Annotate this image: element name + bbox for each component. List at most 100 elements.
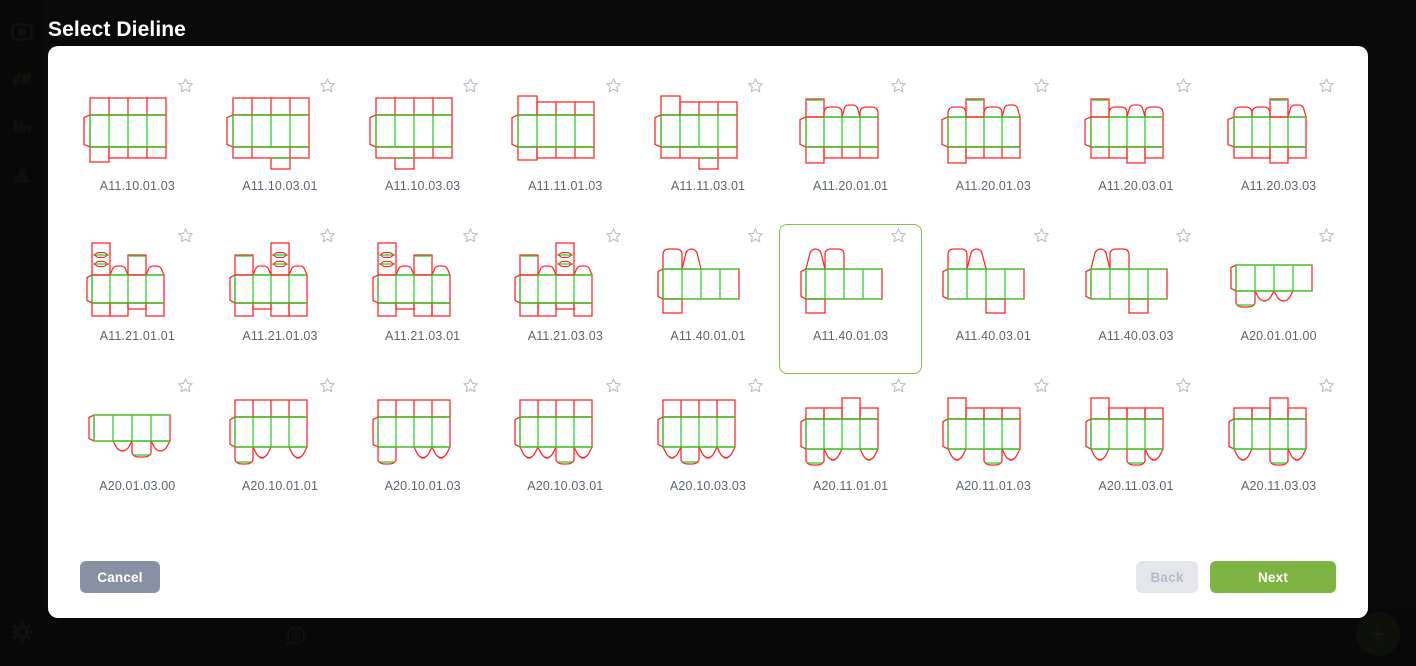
dieline-card[interactable]: A20.10.01.01 xyxy=(209,374,352,524)
dieline-preview xyxy=(502,231,628,327)
favorite-star-icon[interactable] xyxy=(890,227,907,244)
dieline-card[interactable]: A11.21.01.03 xyxy=(209,224,352,374)
dieline-label: A20.10.03.03 xyxy=(669,479,747,493)
favorite-star-icon[interactable] xyxy=(747,227,764,244)
dieline-card[interactable]: A20.10.03.03 xyxy=(637,374,780,524)
next-button[interactable]: Next xyxy=(1210,561,1336,593)
dieline-preview xyxy=(1073,81,1199,177)
dieline-preview xyxy=(74,81,200,177)
dieline-preview xyxy=(1216,381,1342,477)
dieline-label: A11.40.01.03 xyxy=(813,329,889,343)
favorite-star-icon[interactable] xyxy=(177,377,194,394)
dieline-card[interactable]: A11.10.03.01 xyxy=(209,74,352,224)
dieline-preview xyxy=(1216,81,1342,177)
dieline-card[interactable]: A11.21.01.01 xyxy=(66,224,209,374)
dieline-preview xyxy=(645,381,771,477)
favorite-star-icon[interactable] xyxy=(1033,377,1050,394)
dieline-preview xyxy=(502,81,628,177)
dieline-card[interactable]: A11.40.01.01 xyxy=(637,224,780,374)
favorite-star-icon[interactable] xyxy=(1175,377,1192,394)
dieline-preview xyxy=(788,231,914,327)
favorite-star-icon[interactable] xyxy=(605,77,622,94)
dieline-label: A11.10.03.03 xyxy=(385,179,461,193)
favorite-star-icon[interactable] xyxy=(1318,77,1335,94)
dieline-preview xyxy=(360,81,486,177)
dieline-preview xyxy=(930,81,1056,177)
dieline-card[interactable]: A11.10.03.03 xyxy=(351,74,494,224)
dieline-label: A11.10.01.03 xyxy=(99,179,175,193)
dieline-card[interactable]: A11.11.03.01 xyxy=(637,74,780,224)
dieline-card[interactable]: A11.20.01.03 xyxy=(922,74,1065,224)
favorite-star-icon[interactable] xyxy=(177,227,194,244)
page-title: Select Dieline xyxy=(48,18,186,41)
dieline-label: A11.21.03.01 xyxy=(385,329,461,343)
dieline-preview xyxy=(217,381,343,477)
back-button[interactable]: Back xyxy=(1136,561,1198,593)
dieline-preview xyxy=(930,381,1056,477)
dieline-label: A20.01.01.00 xyxy=(1240,329,1317,343)
dieline-preview xyxy=(645,81,771,177)
dieline-label: A11.40.01.01 xyxy=(670,329,746,343)
dieline-card[interactable]: A11.20.03.01 xyxy=(1065,74,1208,224)
dieline-card[interactable]: A20.11.01.03 xyxy=(922,374,1065,524)
dieline-preview xyxy=(217,81,343,177)
dieline-card[interactable]: A20.10.01.03 xyxy=(351,374,494,524)
dieline-label: A11.40.03.01 xyxy=(955,329,1031,343)
dieline-preview xyxy=(217,231,343,327)
favorite-star-icon[interactable] xyxy=(319,377,336,394)
favorite-star-icon[interactable] xyxy=(890,377,907,394)
dieline-card[interactable]: A11.20.03.03 xyxy=(1207,74,1350,224)
favorite-star-icon[interactable] xyxy=(747,377,764,394)
dieline-label: A20.10.03.01 xyxy=(527,479,604,493)
dieline-card[interactable]: A11.11.01.03 xyxy=(494,74,637,224)
select-dieline-dialog: A11.10.01.03 A11.10.03.01 A11.10.03.03 A11.… xyxy=(48,46,1368,618)
dieline-card[interactable]: A11.10.01.03 xyxy=(66,74,209,224)
dialog-footer: Cancel Back Next xyxy=(48,536,1368,618)
dieline-preview xyxy=(930,231,1056,327)
dieline-grid-container: A11.10.01.03 A11.10.03.01 A11.10.03.03 A11.… xyxy=(48,46,1368,536)
dieline-card[interactable]: A11.20.01.01 xyxy=(779,74,922,224)
dieline-card[interactable]: A20.11.03.03 xyxy=(1207,374,1350,524)
favorite-star-icon[interactable] xyxy=(605,227,622,244)
dieline-preview xyxy=(360,231,486,327)
dieline-label: A20.11.03.03 xyxy=(1241,479,1317,493)
dieline-card[interactable]: A20.11.01.01 xyxy=(779,374,922,524)
favorite-star-icon[interactable] xyxy=(1175,227,1192,244)
footer-right-actions: Back Next xyxy=(1136,561,1336,593)
dieline-card[interactable]: A11.40.03.03 xyxy=(1065,224,1208,374)
dieline-label: A11.11.01.03 xyxy=(528,179,603,193)
favorite-star-icon[interactable] xyxy=(462,227,479,244)
dieline-card[interactable]: A20.10.03.01 xyxy=(494,374,637,524)
favorite-star-icon[interactable] xyxy=(747,77,764,94)
dieline-card[interactable]: A11.40.01.03 xyxy=(779,224,922,374)
dieline-label: A11.20.03.01 xyxy=(1098,179,1174,193)
dieline-card[interactable]: A11.40.03.01 xyxy=(922,224,1065,374)
cancel-button[interactable]: Cancel xyxy=(80,561,160,593)
dieline-preview xyxy=(788,81,914,177)
dieline-label: A20.11.01.03 xyxy=(955,479,1031,493)
dieline-card[interactable]: A11.21.03.01 xyxy=(351,224,494,374)
dieline-label: A11.10.03.01 xyxy=(242,179,318,193)
dieline-label: A11.21.03.03 xyxy=(527,329,603,343)
dieline-card[interactable]: A20.01.01.00 xyxy=(1207,224,1350,374)
favorite-star-icon[interactable] xyxy=(1318,377,1335,394)
dieline-card[interactable]: A11.21.03.03 xyxy=(494,224,637,374)
favorite-star-icon[interactable] xyxy=(1175,77,1192,94)
dieline-label: A11.21.01.03 xyxy=(242,329,318,343)
dieline-card[interactable]: A20.01.03.00 xyxy=(66,374,209,524)
favorite-star-icon[interactable] xyxy=(319,77,336,94)
favorite-star-icon[interactable] xyxy=(605,377,622,394)
favorite-star-icon[interactable] xyxy=(462,77,479,94)
favorite-star-icon[interactable] xyxy=(1033,77,1050,94)
dieline-preview xyxy=(645,231,771,327)
favorite-star-icon[interactable] xyxy=(1033,227,1050,244)
favorite-star-icon[interactable] xyxy=(319,227,336,244)
dieline-grid: A11.10.01.03 A11.10.03.01 A11.10.03.03 A11.… xyxy=(66,74,1350,524)
favorite-star-icon[interactable] xyxy=(462,377,479,394)
dieline-label: A20.10.01.01 xyxy=(241,479,319,493)
favorite-star-icon[interactable] xyxy=(890,77,907,94)
favorite-star-icon[interactable] xyxy=(1318,227,1335,244)
favorite-star-icon[interactable] xyxy=(177,77,194,94)
dieline-card[interactable]: A20.11.03.01 xyxy=(1065,374,1208,524)
dieline-label: A11.20.01.01 xyxy=(813,179,889,193)
